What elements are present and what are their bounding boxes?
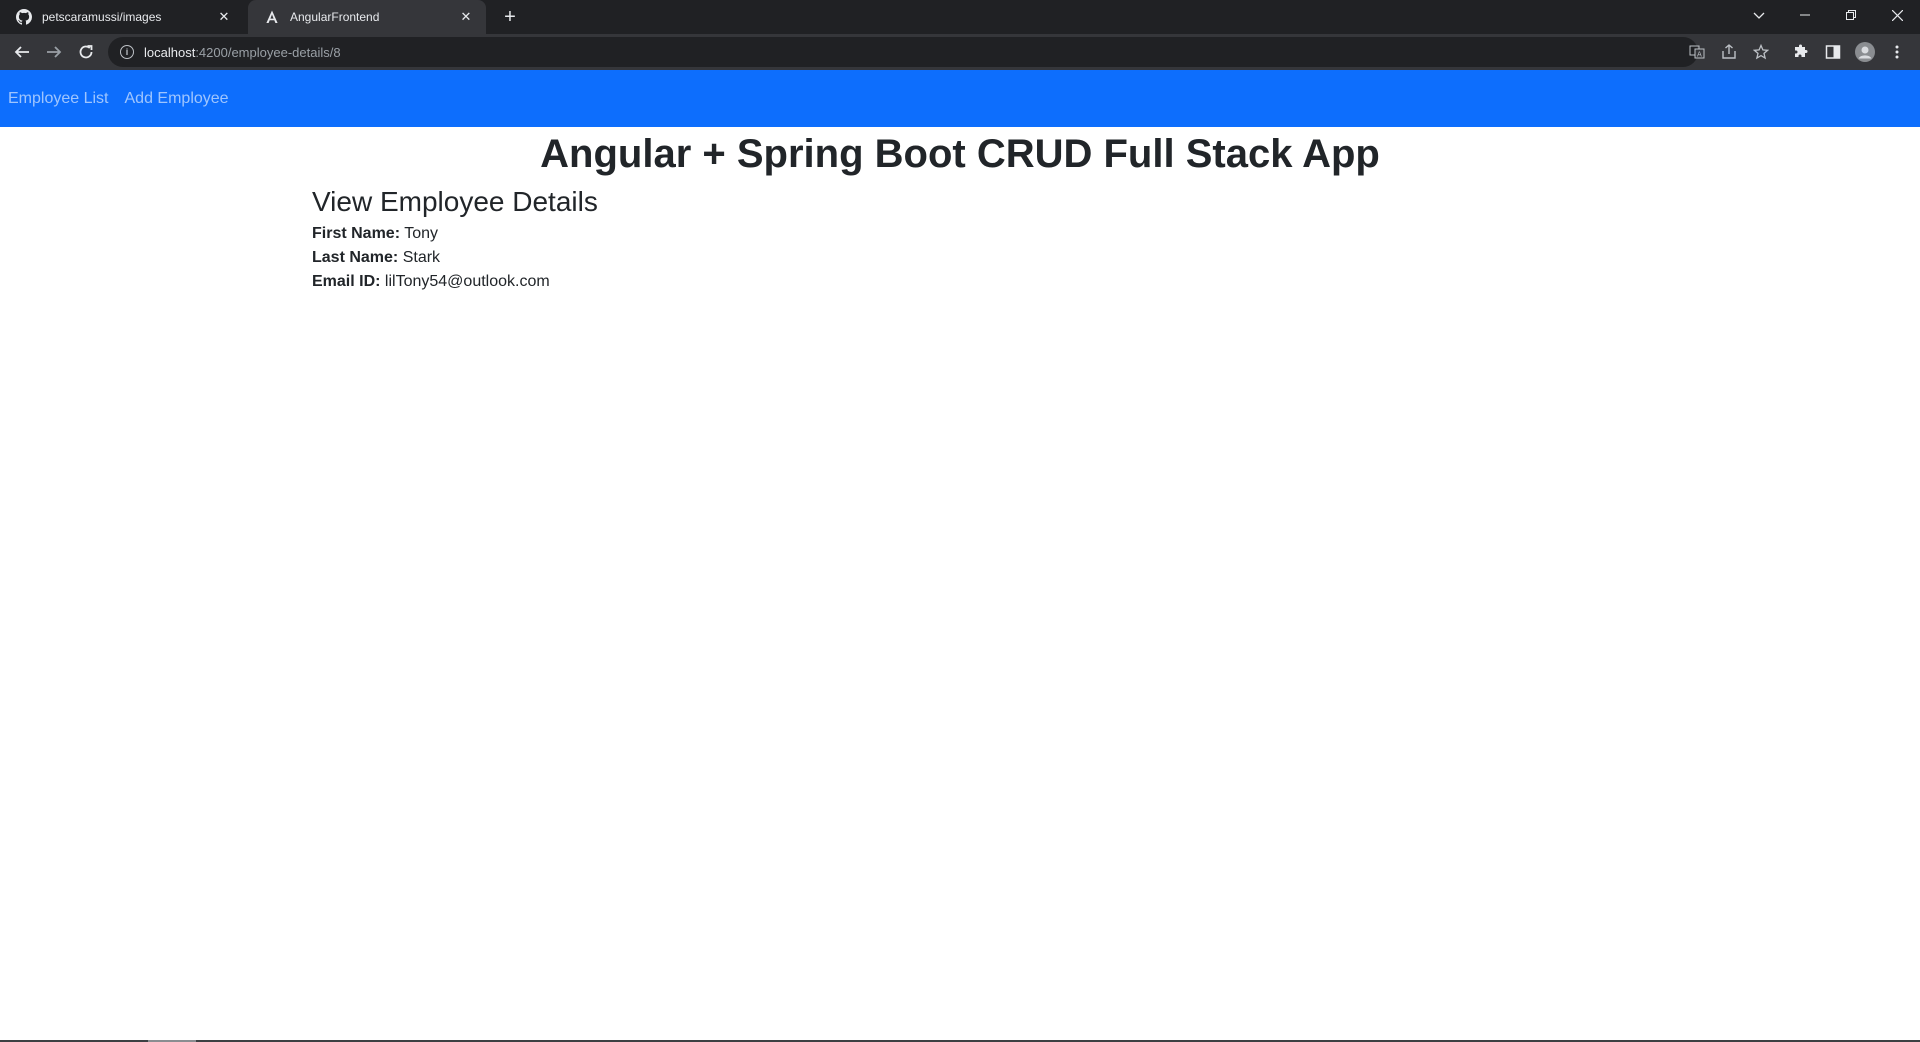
share-icon [1722,44,1736,59]
url-path: :4200/employee-details/8 [195,44,341,60]
reload-button[interactable] [72,38,100,66]
url-host: localhost [144,44,196,60]
share-button[interactable] [1715,38,1743,66]
tab-strip: petscaramussi/images ✕ AngularFrontend ✕… [0,0,1920,34]
arrow-left-icon [14,46,29,58]
first-name-value: Tony [404,225,438,242]
translate-button[interactable]: A [1683,38,1711,66]
minimize-button[interactable] [1782,0,1828,30]
address-bar[interactable]: i localhost:4200/employee-details/8 [108,37,1698,67]
employee-details: View Employee Details First Name: Tony L… [312,182,598,294]
email-label: Email ID: [312,273,381,290]
app-navbar: Employee List Add Employee [0,70,1920,127]
forward-button[interactable] [40,38,68,66]
nav-link-add-employee[interactable]: Add Employee [125,90,229,108]
close-icon[interactable]: ✕ [458,9,474,25]
last-name-label: Last Name: [312,249,399,266]
more-vertical-icon [1895,45,1899,59]
minimize-icon [1800,14,1810,16]
page-title: Angular + Spring Boot CRUD Full Stack Ap… [540,132,1380,176]
side-panel-button[interactable] [1819,38,1847,66]
translate-icon: A [1689,45,1705,59]
browser-toolbar: i localhost:4200/employee-details/8 A [0,34,1920,70]
tab-title: AngularFrontend [290,10,380,24]
profile-button[interactable] [1851,38,1879,66]
first-name-label: First Name: [312,225,401,242]
tab-angular-frontend[interactable]: AngularFrontend ✕ [248,0,486,34]
angular-icon [264,9,280,25]
tab-search-button[interactable] [1736,0,1782,30]
puzzle-icon [1795,44,1808,57]
menu-button[interactable] [1883,38,1911,66]
tab-title: petscaramussi/images [42,10,162,24]
github-icon [16,9,32,25]
first-name-row: First Name: Tony [312,222,598,246]
nav-link-employee-list[interactable]: Employee List [8,90,109,108]
info-icon[interactable]: i [120,45,134,59]
avatar [1855,42,1875,62]
close-window-button[interactable] [1874,0,1920,30]
last-name-row: Last Name: Stark [312,246,598,270]
extensions-button[interactable] [1787,38,1815,66]
section-title: View Employee Details [312,186,598,217]
tab-github[interactable]: petscaramussi/images ✕ [0,0,244,34]
bookmark-button[interactable] [1747,38,1775,66]
back-button[interactable] [8,38,36,66]
svg-text:A: A [1697,51,1702,59]
star-icon [1753,44,1769,60]
email-value: lilTony54@outlook.com [384,273,550,290]
close-icon[interactable]: ✕ [216,9,232,25]
url-text: localhost:4200/employee-details/8 [144,45,341,60]
email-row: Email ID: lilTony54@outlook.com [312,270,598,294]
restore-icon [1846,10,1856,20]
side-panel-icon [1825,45,1841,59]
close-icon [1891,9,1903,21]
arrow-right-icon [47,46,62,58]
last-name-value: Stark [402,249,441,266]
new-tab-button[interactable]: + [498,5,522,29]
restore-button[interactable] [1828,0,1874,30]
chevron-down-icon [1753,12,1765,19]
reload-icon [79,45,93,59]
